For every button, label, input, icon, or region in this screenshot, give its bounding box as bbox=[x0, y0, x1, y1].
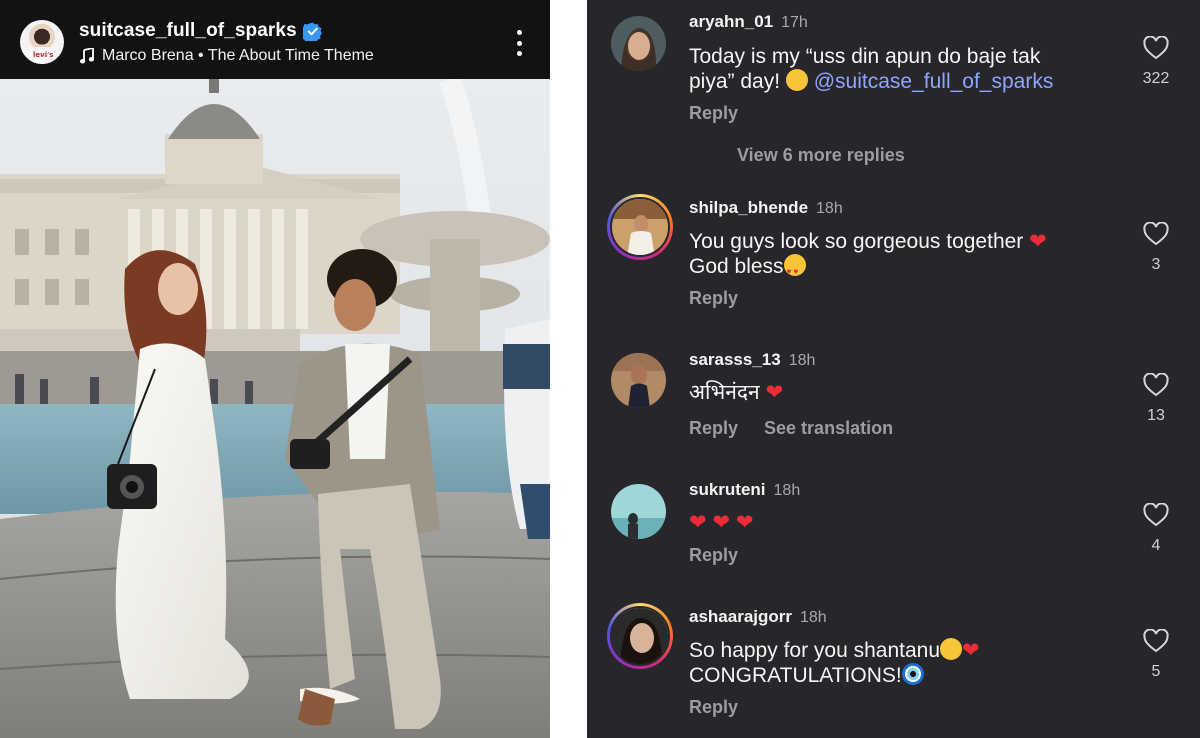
music-note-icon bbox=[80, 48, 94, 64]
comment-line: God bless ♥ ♥ bbox=[689, 254, 1109, 279]
comment-text: अभिनंदन ❤ bbox=[689, 380, 1109, 405]
comment-text: So happy for you shantanu ❤ CONGRATULATIO… bbox=[689, 638, 1109, 688]
red-heart-icon: ❤ bbox=[1029, 229, 1047, 253]
commenter-avatar[interactable] bbox=[611, 484, 666, 539]
heart-icon[interactable] bbox=[1143, 503, 1169, 527]
red-heart-icon: ❤ bbox=[962, 638, 980, 662]
like-group: 4 bbox=[1139, 503, 1173, 555]
author-avatar[interactable]: levi's bbox=[20, 20, 64, 64]
author-row: suitcase_full_of_sparks bbox=[79, 20, 322, 42]
comment-username[interactable]: aryahn_01 bbox=[689, 12, 773, 32]
pleading-face-emoji-icon bbox=[785, 69, 808, 91]
comment-line-part: अभिनंदन bbox=[689, 380, 760, 404]
comment-line: CONGRATULATIONS! bbox=[689, 663, 1109, 688]
comment-text: You guys look so gorgeous together ❤ God… bbox=[689, 229, 1109, 279]
red-heart-icon: ❤ bbox=[765, 380, 784, 404]
comment-text: Today is my “uss din apun do baje tak pi… bbox=[689, 44, 1119, 94]
commenter-avatar[interactable] bbox=[611, 16, 666, 71]
comment-time: 18h bbox=[773, 482, 801, 499]
like-group: 13 bbox=[1139, 373, 1173, 425]
divider bbox=[550, 0, 587, 738]
comment-line: piya” day! @suitcase_full_of_sparks bbox=[689, 69, 1119, 94]
see-translation-button[interactable]: See translation bbox=[764, 418, 893, 439]
comment-username[interactable]: sarasss_13 bbox=[689, 350, 781, 370]
post-panel: levi's suitcase_full_of_sparks Marco Bre… bbox=[0, 0, 550, 738]
reply-button[interactable]: Reply bbox=[689, 288, 738, 309]
verified-badge-icon bbox=[302, 21, 322, 41]
author-username[interactable]: suitcase_full_of_sparks bbox=[79, 20, 297, 42]
red-heart-icon: ❤ bbox=[712, 510, 731, 534]
comment-line-part: You guys look so gorgeous together bbox=[689, 230, 1024, 253]
red-heart-icon: ❤ bbox=[735, 510, 754, 534]
like-count: 322 bbox=[1142, 70, 1170, 87]
comment-line: So happy for you shantanu ❤ bbox=[689, 638, 1109, 663]
heart-icon[interactable] bbox=[1143, 373, 1169, 397]
comment-time: 18h bbox=[816, 200, 843, 217]
comment-line-part: CONGRATULATIONS! bbox=[689, 664, 902, 687]
comment-line-part: God bless bbox=[689, 255, 784, 278]
heart-icon[interactable] bbox=[1143, 222, 1169, 246]
reply-button[interactable]: Reply bbox=[689, 103, 738, 124]
comment-username[interactable]: sukruteni bbox=[689, 480, 766, 500]
red-heart-icon: ❤ bbox=[689, 510, 707, 534]
reply-button[interactable]: Reply bbox=[689, 697, 738, 718]
like-group: 322 bbox=[1139, 36, 1173, 88]
like-count: 5 bbox=[1151, 663, 1161, 680]
comment-username[interactable]: shilpa_bhende bbox=[689, 198, 808, 218]
reply-button[interactable]: Reply bbox=[689, 418, 738, 439]
heart-eyes-emoji-icon: ♥ ♥ bbox=[783, 254, 806, 276]
audio-row[interactable]: Marco Brena • The About Time Theme bbox=[80, 47, 374, 65]
comment-line-part: So happy for you shantanu bbox=[689, 639, 941, 662]
like-group: 3 bbox=[1139, 222, 1173, 274]
commenter-avatar[interactable] bbox=[611, 353, 666, 408]
audio-title: Marco Brena • The About Time Theme bbox=[102, 47, 374, 64]
comment-line-part: piya” day! bbox=[689, 70, 786, 93]
teary-face-emoji-icon bbox=[940, 638, 963, 660]
like-group: 5 bbox=[1139, 629, 1173, 681]
commenter-avatar[interactable] bbox=[607, 194, 673, 260]
view-more-replies-button[interactable]: View 6 more replies bbox=[737, 145, 905, 166]
more-options-icon[interactable] bbox=[512, 30, 526, 56]
like-count: 13 bbox=[1147, 407, 1165, 424]
comment-line: अभिनंदन ❤ bbox=[689, 380, 1109, 405]
like-count: 3 bbox=[1151, 256, 1161, 273]
heart-icon[interactable] bbox=[1143, 36, 1169, 60]
comments-panel: aryahn_01 17h Today is my “uss din apun … bbox=[587, 0, 1200, 738]
mention-link[interactable]: @suitcase_full_of_sparks bbox=[814, 70, 1054, 93]
avatar-shirt-logo: levi's bbox=[33, 51, 54, 59]
comment-time: 18h bbox=[788, 352, 816, 369]
comment-text: ❤ ❤ ❤ bbox=[689, 510, 1109, 535]
commenter-avatar[interactable] bbox=[607, 603, 673, 669]
post-photo[interactable] bbox=[0, 79, 550, 738]
reply-button[interactable]: Reply bbox=[689, 545, 738, 566]
heart-icon[interactable] bbox=[1143, 629, 1169, 653]
comment-line: ❤ ❤ ❤ bbox=[689, 510, 1109, 535]
comment-time: 18h bbox=[800, 609, 827, 626]
comment-username[interactable]: ashaarajgorr bbox=[689, 607, 792, 627]
comment-line: You guys look so gorgeous together ❤ bbox=[689, 229, 1109, 254]
comment-line: Today is my “uss din apun do baje tak bbox=[689, 45, 1041, 68]
nazar-amulet-icon bbox=[901, 663, 924, 685]
like-count: 4 bbox=[1151, 537, 1161, 554]
comment-time: 17h bbox=[781, 14, 808, 31]
post-header: levi's suitcase_full_of_sparks Marco Bre… bbox=[0, 0, 550, 79]
